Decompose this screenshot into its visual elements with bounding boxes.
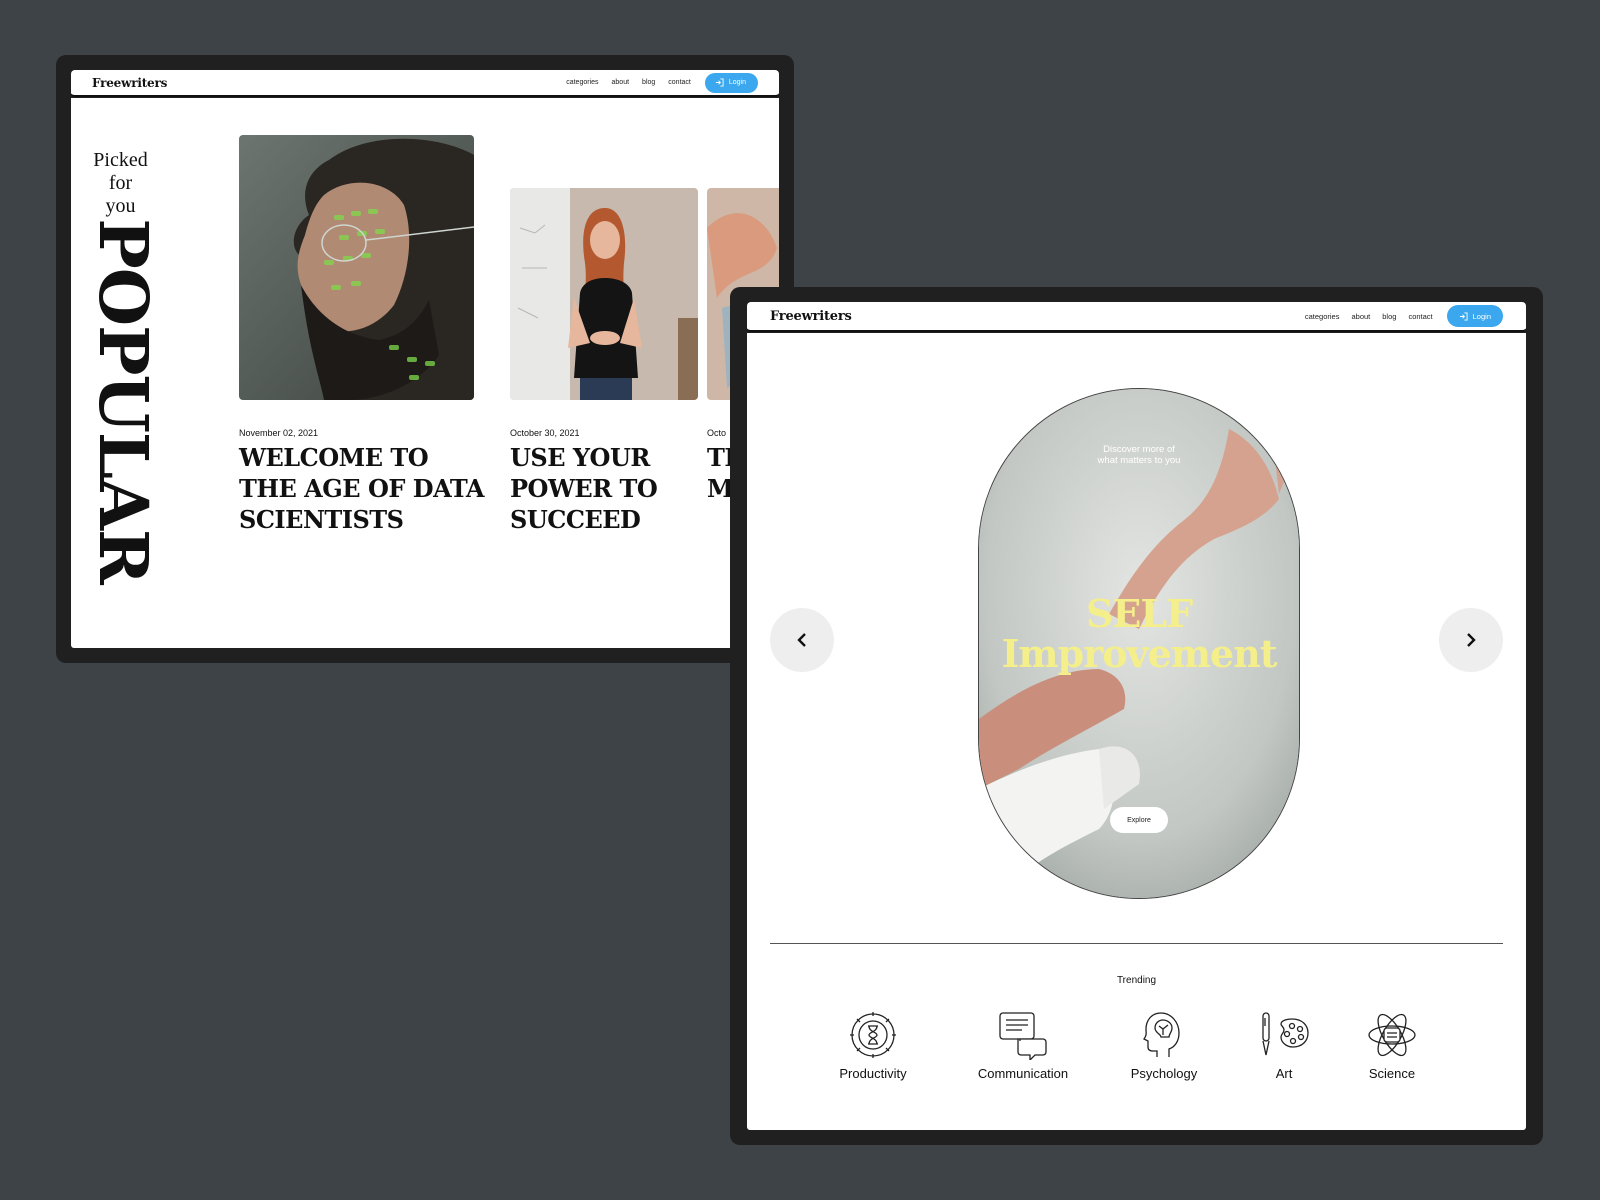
category-psychology[interactable]: Psychology: [1119, 1010, 1209, 1081]
head-brain-icon: [1143, 1012, 1180, 1057]
nav-categories[interactable]: categories: [566, 79, 598, 86]
article-title[interactable]: USE YOUR POWER TO SUCCEED: [510, 442, 658, 535]
top-navbar: Freewriters categories about blog contac…: [71, 70, 779, 97]
login-icon: [715, 78, 724, 87]
article-title-line: THE AGE OF DATA: [239, 474, 485, 503]
popular-heading: POPULAR: [84, 218, 163, 584]
category-label: Psychology: [1130, 1066, 1198, 1081]
article-title-line: SUCCEED: [510, 505, 641, 534]
category-communication[interactable]: Communication: [963, 1010, 1083, 1081]
category-label: Communication: [977, 1066, 1069, 1081]
trending-heading: Trending: [1116, 975, 1157, 986]
article-image-man-with-glasses[interactable]: [239, 135, 474, 400]
popular-window: Freewriters categories about blog contac…: [56, 55, 794, 663]
category-label: Science: [1368, 1066, 1416, 1081]
nav-blog[interactable]: blog: [1382, 312, 1396, 321]
category-label: Art: [1275, 1066, 1293, 1081]
popular-page: Picked for you POPULAR November 02, 2021…: [71, 98, 779, 648]
hero-window: Freewriters categories about blog contac…: [730, 287, 1543, 1145]
article-title-line: WELCOME TO: [239, 443, 429, 472]
nav-links: categories about blog contact Login: [553, 72, 758, 93]
login-button[interactable]: Login: [1446, 305, 1503, 327]
login-button[interactable]: Login: [704, 72, 758, 93]
brand-logo[interactable]: Freewriters: [92, 76, 167, 90]
hero-subtitle-line: what matters to you: [1097, 455, 1181, 466]
hourglass-gear-icon: [850, 1012, 896, 1058]
hero-banner[interactable]: Discover more of what matters to you SEL…: [978, 388, 1300, 899]
hero-page: Discover more of what matters to you SEL…: [747, 333, 1526, 1130]
explore-button[interactable]: Explore: [1110, 807, 1168, 833]
hero-title: SELF Improvement: [979, 594, 1299, 674]
top-navbar: Freewriters categories about blog contac…: [747, 302, 1526, 332]
login-label: Login: [1472, 311, 1491, 321]
nav-blog[interactable]: blog: [642, 79, 655, 86]
category-art[interactable]: Art: [1249, 1010, 1319, 1081]
category-productivity[interactable]: Productivity: [828, 1010, 918, 1081]
section-divider: [770, 943, 1503, 944]
picked-line-1: Picked: [93, 149, 148, 171]
category-label: Productivity: [839, 1066, 907, 1081]
article-image-smiling-woman[interactable]: [510, 188, 698, 400]
hero-subtitle: Discover more of what matters to you: [979, 444, 1299, 466]
article-title-line: USE YOUR: [510, 443, 650, 472]
article-date: November 02, 2021: [239, 428, 319, 438]
article-card[interactable]: October 30, 2021 USE YOUR POWER TO SUCCE…: [510, 188, 710, 538]
article-date: October 30, 2021: [510, 428, 580, 438]
hero-subtitle-line: Discover more of: [1103, 444, 1175, 455]
chat-bubbles-icon: [999, 1012, 1047, 1060]
nav-about[interactable]: about: [1351, 312, 1370, 321]
carousel-next-button[interactable]: [1439, 608, 1503, 672]
login-label: Login: [728, 79, 746, 86]
article-title-line: POWER TO: [510, 474, 658, 503]
carousel-prev-button[interactable]: [770, 608, 834, 672]
login-icon: [1459, 311, 1468, 321]
nav-categories[interactable]: categories: [1305, 312, 1340, 321]
nav-links: categories about blog contact Login: [1293, 305, 1503, 327]
nav-contact[interactable]: contact: [668, 79, 691, 86]
hero-title-line: Improvement: [1001, 631, 1278, 676]
chevron-right-icon: [1467, 633, 1476, 647]
chevron-left-icon: [797, 633, 806, 647]
nav-about[interactable]: about: [612, 79, 630, 86]
hero-title-line: SELF: [1085, 591, 1193, 636]
palette-brush-icon: [1262, 1012, 1309, 1056]
atom-icon: [1368, 1013, 1416, 1057]
nav-contact[interactable]: contact: [1408, 312, 1432, 321]
article-date: Octo: [707, 428, 727, 438]
popular-heading-wrap: POPULAR: [84, 206, 163, 596]
article-card[interactable]: November 02, 2021 WELCOME TO THE AGE OF …: [239, 135, 485, 535]
brand-logo[interactable]: Freewriters: [770, 309, 852, 324]
article-title-line: SCIENTISTS: [239, 505, 404, 534]
category-science[interactable]: Science: [1352, 1010, 1432, 1081]
article-title[interactable]: WELCOME TO THE AGE OF DATA SCIENTISTS: [239, 442, 485, 535]
